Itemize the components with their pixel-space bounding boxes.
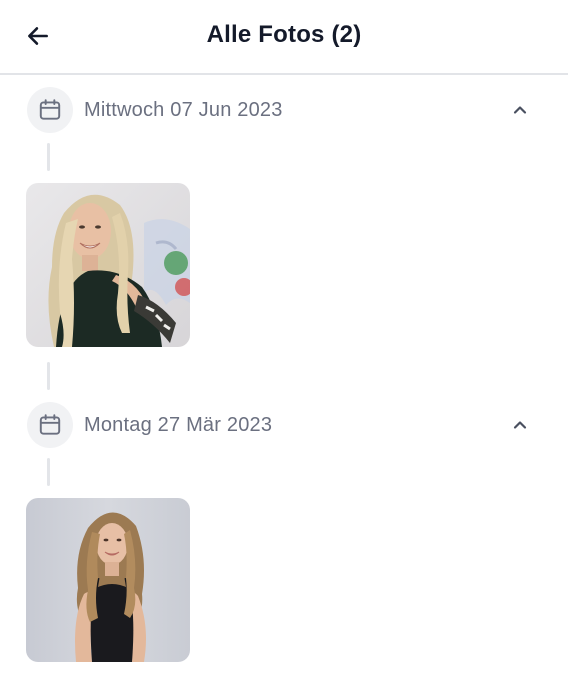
app-header: Alle Fotos (2)	[0, 0, 568, 75]
date-header: Mittwoch 07 Jun 2023	[0, 87, 568, 133]
date-label: Mittwoch 07 Jun 2023	[84, 99, 283, 121]
calendar-badge	[27, 402, 73, 448]
timeline-connector	[47, 143, 50, 171]
photo-thumbnail[interactable]	[26, 498, 190, 662]
chevron-up-icon	[513, 106, 527, 114]
photo-thumbnail[interactable]	[26, 183, 190, 347]
calendar-icon	[39, 414, 61, 435]
photo-woman-blonde	[26, 183, 190, 347]
timeline-connector	[47, 458, 50, 486]
photo-woman-brunette	[26, 498, 190, 662]
chevron-up-icon	[513, 421, 527, 429]
date-group: Montag 27 Mär 2023	[0, 362, 568, 662]
collapse-button[interactable]	[506, 96, 534, 124]
page-title: Alle Fotos (2)	[206, 21, 362, 48]
date-group: Mittwoch 07 Jun 2023	[0, 87, 568, 349]
calendar-icon	[39, 99, 61, 120]
date-label: Montag 27 Mär 2023	[84, 414, 273, 436]
timeline-connector	[47, 362, 50, 390]
calendar-badge	[27, 87, 73, 133]
date-header: Montag 27 Mär 2023	[0, 402, 568, 448]
collapse-button[interactable]	[506, 411, 534, 439]
